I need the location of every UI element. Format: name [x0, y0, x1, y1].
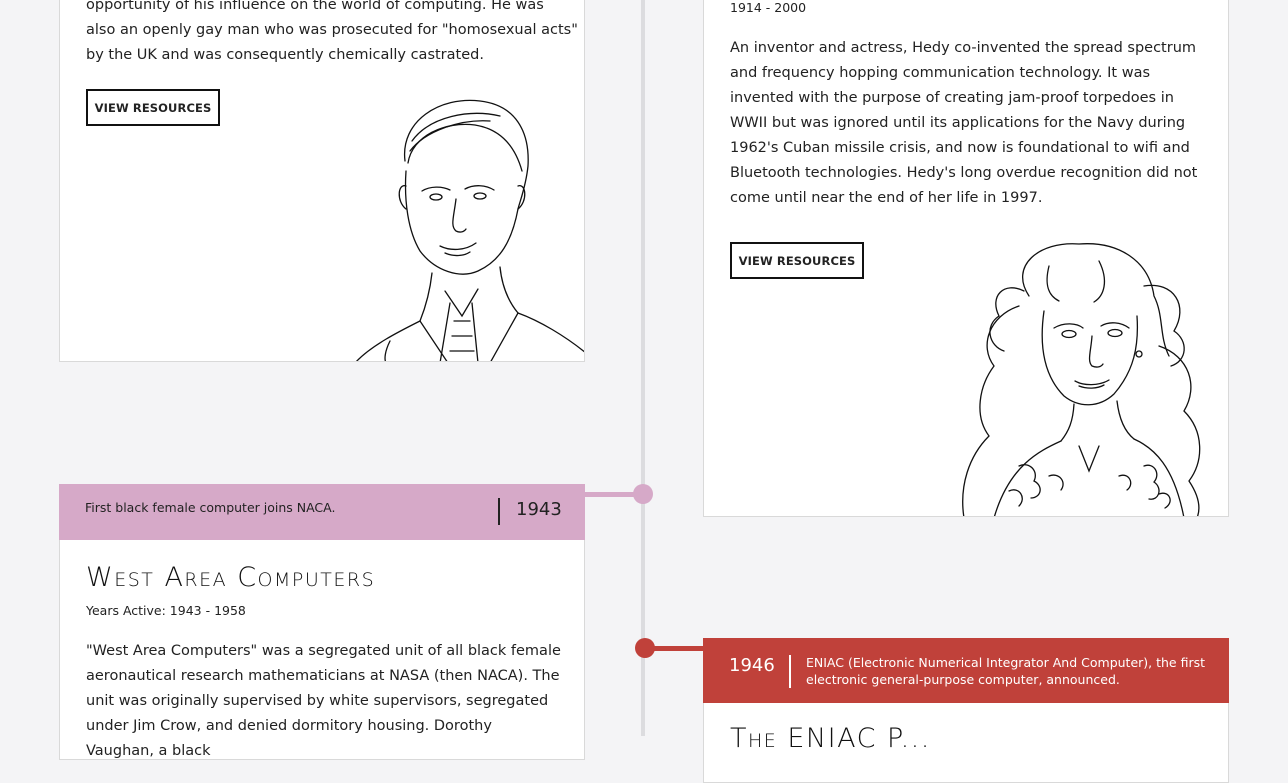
- card-title: The ENIAC P...: [730, 723, 931, 754]
- hedy-view-resources-button[interactable]: VIEW RESOURCES: [730, 242, 864, 279]
- years-active: Years Active: 1943 - 1958: [86, 603, 246, 618]
- card-title: West Area Computers: [86, 562, 376, 593]
- turing-text-line: by the UK and was consequently chemicall…: [86, 47, 484, 63]
- event-summary: ENIAC (Electronic Numerical Integrator A…: [806, 655, 1206, 687]
- card-description: "West Area Computers" was a segregated u…: [86, 643, 561, 759]
- turing-view-resources-button[interactable]: VIEW RESOURCES: [86, 89, 220, 126]
- west-area-computers-card: West Area Computers Years Active: 1943 -…: [59, 540, 585, 760]
- event-year: 1946: [729, 655, 775, 676]
- eniac-card: The ENIAC P...: [703, 703, 1229, 783]
- timeline-node-1946[interactable]: [635, 638, 655, 658]
- timeline-axis: [641, 0, 645, 736]
- hedy-lamarr-portrait: [962, 243, 1201, 516]
- alan-turing-portrait: [356, 99, 584, 361]
- timeline-node-1943[interactable]: [633, 484, 653, 504]
- hedy-years: 1914 - 2000: [730, 0, 807, 15]
- hedy-lamarr-card: 1914 - 2000 An inventor and actress, Hed…: [703, 0, 1229, 517]
- event-banner-1943: First black female computer joins NACA. …: [59, 484, 585, 541]
- event-banner-1946: 1946 ENIAC (Electronic Numerical Integra…: [703, 638, 1229, 704]
- turing-card: opportunity of his influence on the worl…: [59, 0, 585, 362]
- turing-text-line: also an openly gay man who was prosecute…: [86, 22, 578, 38]
- turing-clipped-line: opportunity of his influence on the worl…: [86, 0, 544, 13]
- hedy-description: An inventor and actress, Hedy co-invente…: [730, 40, 1198, 206]
- event-summary: First black female computer joins NACA.: [85, 500, 336, 515]
- year-divider: [789, 655, 791, 688]
- event-year: 1943: [516, 499, 562, 520]
- year-divider: [498, 498, 500, 525]
